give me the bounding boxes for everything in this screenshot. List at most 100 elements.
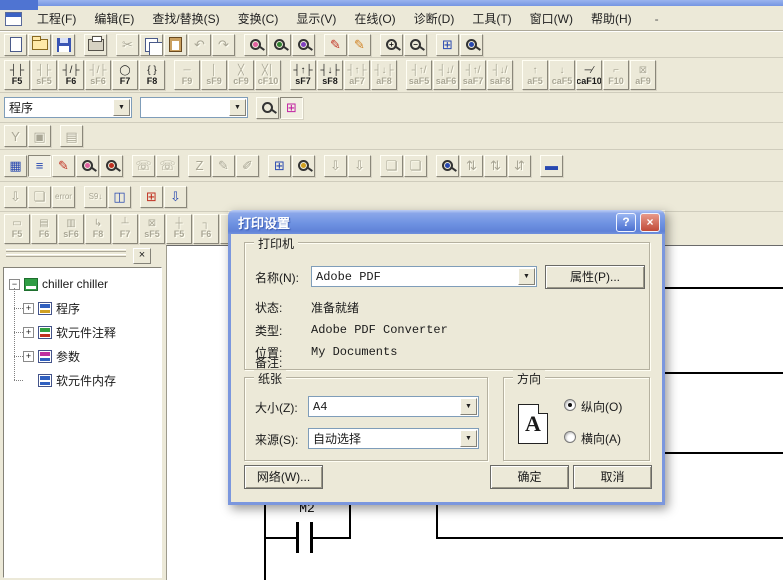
panel-grip[interactable] <box>6 249 126 252</box>
tree-item-row-1[interactable]: + 程序 <box>23 298 80 318</box>
closed-contact-button[interactable]: ┤/├F6 <box>58 60 84 90</box>
data-name-combo[interactable]: ▼ <box>140 97 248 118</box>
landscape-label[interactable]: 横向(A) <box>581 430 621 447</box>
menu-6[interactable]: 在线(O) <box>345 8 404 29</box>
tree-root-row[interactable]: −chiller chiller <box>9 274 108 294</box>
application-instruction-button[interactable]: { }F8 <box>139 60 165 90</box>
menu-5[interactable]: 显示(V) <box>287 8 345 29</box>
chevron-down-icon[interactable]: ▼ <box>518 268 535 285</box>
chevron-down-icon[interactable]: ▼ <box>460 398 477 415</box>
comment-edit-button[interactable]: ✎ <box>52 155 75 177</box>
open-project-button[interactable] <box>28 34 51 56</box>
horizontal-write-key-label: F10 <box>608 76 624 86</box>
invert-operation-icon: ─∕ <box>585 65 594 76</box>
dialog-titlebar[interactable]: 打印设置 ? × <box>228 210 665 234</box>
new-project-button[interactable] <box>4 34 27 56</box>
properties-button[interactable]: 属性(P)... <box>545 265 645 289</box>
window-copy-icon: ▤ <box>65 130 77 143</box>
tree-item-label[interactable]: 软元件内存 <box>56 372 116 389</box>
tree-item-row-3[interactable]: + 参数 <box>23 346 80 366</box>
dialog-close-button[interactable]: × <box>640 213 660 232</box>
menu-9[interactable]: 窗口(W) <box>521 8 582 29</box>
printer-name-combo[interactable]: Adobe PDF ▼ <box>311 266 537 287</box>
find-device-button[interactable] <box>268 34 291 56</box>
falling-pulse-button[interactable]: ┤↓├sF8 <box>317 60 343 90</box>
status-bar-monitor-button[interactable]: ▬ <box>540 155 563 177</box>
print-button[interactable] <box>84 34 107 56</box>
tree-root-label[interactable]: chiller chiller <box>42 277 108 291</box>
device-test-grid-button[interactable]: ⊞ <box>140 186 163 208</box>
panel-grip[interactable] <box>6 254 126 257</box>
find-string-button[interactable] <box>292 34 315 56</box>
device-edit-find-button[interactable] <box>100 155 123 177</box>
chevron-down-icon[interactable]: ▼ <box>113 99 130 116</box>
panel-close-button[interactable]: × <box>133 248 151 264</box>
rising-pulse-key-label: sF7 <box>295 76 311 86</box>
tree-item-label[interactable]: 软元件注释 <box>56 324 116 341</box>
save-project-button[interactable] <box>52 34 75 56</box>
find-circuit-button[interactable] <box>244 34 267 56</box>
data-type-combo[interactable]: 程序 ▼ <box>4 97 132 118</box>
zoom-out-button[interactable]: − <box>404 34 427 56</box>
delete-horizontal-key-label: cF9 <box>233 76 249 86</box>
tree-item-row-4[interactable]: 软元件内存 <box>23 370 116 390</box>
data-type-icon <box>38 350 52 363</box>
open-contact-button[interactable]: ┤├F5 <box>4 60 30 90</box>
monitor-condition-button[interactable] <box>292 155 315 177</box>
menu-3[interactable]: 查找/替换(S) <box>143 8 228 29</box>
menu-1[interactable]: 工程(F) <box>28 8 85 29</box>
write-mode-button[interactable]: ✎ <box>324 34 347 56</box>
copy-button[interactable] <box>140 34 163 56</box>
list-view-button[interactable]: ≡ <box>28 155 51 177</box>
device-find-button[interactable] <box>76 155 99 177</box>
sfc-transition-key-label: sF5 <box>144 229 160 239</box>
portrait-label[interactable]: 纵向(O) <box>581 398 622 415</box>
dialog-help-button[interactable]: ? <box>616 213 636 232</box>
menu-8[interactable]: 工具(T) <box>463 8 520 29</box>
sfc-transition-icon: ⊠ <box>148 218 156 229</box>
block-display-button[interactable]: ◫ <box>108 186 131 208</box>
menu-10[interactable]: 帮助(H) <box>582 8 641 29</box>
monitor-write-mode-button[interactable]: ✎ <box>348 34 371 56</box>
menu-2[interactable]: 编辑(E) <box>85 8 143 29</box>
expand-icon[interactable]: + <box>23 351 34 362</box>
chevron-down-icon[interactable]: ▼ <box>229 99 246 116</box>
ladder-view-button[interactable]: ▦ <box>4 155 27 177</box>
device-batch-monitor-button[interactable]: ⊞ <box>268 155 291 177</box>
landscape-radio[interactable] <box>564 431 576 443</box>
expand-icon[interactable]: + <box>23 303 34 314</box>
network-button[interactable]: 网络(W)... <box>244 465 323 489</box>
coil-button[interactable]: ◯F7 <box>112 60 138 90</box>
status-value: 准备就绪 <box>311 299 359 316</box>
register-monitor-1-icon: ⇅ <box>466 159 477 172</box>
type-value: Adobe PDF Converter <box>311 323 448 337</box>
chevron-down-icon[interactable]: ▼ <box>460 430 477 447</box>
child-window-icon[interactable] <box>5 12 22 26</box>
portrait-radio[interactable] <box>564 399 576 411</box>
paper-source-combo[interactable]: 自动选择 ▼ <box>308 428 479 449</box>
monitor-start-button[interactable] <box>436 155 459 177</box>
tree-item-label[interactable]: 程序 <box>56 300 80 317</box>
new-data-button[interactable] <box>256 97 279 119</box>
invert-operation-button[interactable]: ─∕caF10 <box>576 60 602 90</box>
down-convert-button: ↓caF5 <box>549 60 575 90</box>
status-bar-monitor-icon: ▬ <box>545 159 558 172</box>
tree-sort-down-button[interactable]: ⇩ <box>164 186 187 208</box>
menu-4[interactable]: 变换(C) <box>229 8 288 29</box>
tree-item-row-2[interactable]: + 软元件注释 <box>23 322 116 342</box>
project-tree-toggle-button[interactable]: ⊞ <box>280 97 303 119</box>
cancel-button[interactable]: 取消 <box>573 465 652 489</box>
sfc-parallel-key-label: F6 <box>201 229 212 239</box>
circuit-monitor-button[interactable] <box>460 34 483 56</box>
expand-icon[interactable]: + <box>23 327 34 338</box>
paper-size-combo[interactable]: A4 ▼ <box>308 396 479 417</box>
zoom-in-button[interactable]: + <box>380 34 403 56</box>
rising-pulse-button[interactable]: ┤↑├sF7 <box>290 60 316 90</box>
sfc-parallel-icon: ┐ <box>202 218 209 229</box>
ladder-wire <box>349 505 351 539</box>
project-tree[interactable]: −chiller chiller + 程序 + 软元件注释 + 参数软元件内存 <box>3 267 162 578</box>
ok-button[interactable]: 确定 <box>490 465 569 489</box>
comment-display-button[interactable]: ⊞ <box>436 34 459 56</box>
tree-item-label[interactable]: 参数 <box>56 348 80 365</box>
menu-7[interactable]: 诊断(D) <box>405 8 464 29</box>
